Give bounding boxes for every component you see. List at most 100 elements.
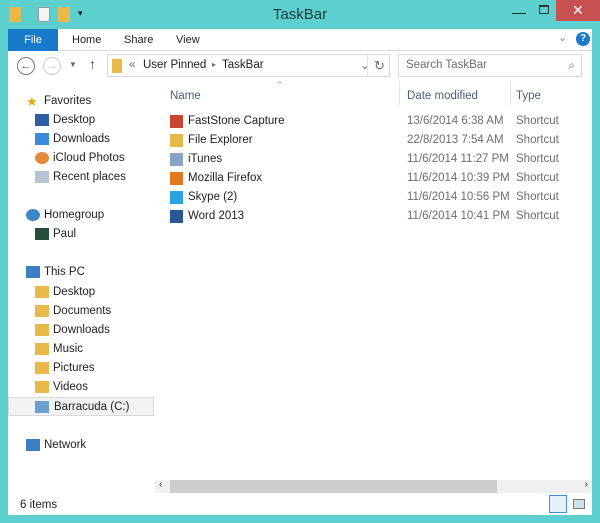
shortcut-icon	[170, 134, 183, 147]
file-name: iTunes	[188, 153, 223, 165]
file-type: Shortcut	[516, 115, 559, 127]
search-icon: ⌕	[568, 58, 575, 72]
nav-favorites-downloads[interactable]: Downloads	[8, 130, 154, 149]
nav-pc-desktop[interactable]: Desktop	[8, 283, 154, 302]
file-row[interactable]: Word 2013 11/6/2014 10:41 PM Shortcut	[163, 207, 583, 226]
nav-label: Downloads	[53, 133, 110, 145]
large-icons-view-button[interactable]	[573, 499, 585, 509]
file-date: 22/8/2013 7:54 AM	[407, 134, 504, 146]
file-row[interactable]: iTunes 11/6/2014 11:27 PM Shortcut	[163, 150, 583, 169]
details-view-button[interactable]	[549, 495, 567, 513]
homegroup-icon	[26, 209, 40, 221]
tab-home[interactable]: Home	[62, 29, 111, 51]
sort-ascending-icon: ^	[278, 80, 282, 89]
shortcut-icon	[170, 191, 183, 204]
column-header-name[interactable]: Name	[170, 90, 201, 102]
nav-network[interactable]: Network	[8, 436, 154, 455]
nav-pc-documents[interactable]: Documents	[8, 302, 154, 321]
nav-label: Favorites	[44, 95, 92, 107]
nav-favorites[interactable]: ★ Favorites	[8, 92, 154, 111]
file-name: FastStone Capture	[188, 115, 285, 127]
ribbon-tabs: File Home Share View ⌄ ?	[8, 29, 592, 51]
user-icon	[35, 228, 49, 240]
column-header-type[interactable]: Type	[516, 90, 541, 102]
close-button[interactable]: ✕	[556, 0, 600, 21]
shortcut-icon	[170, 153, 183, 166]
nav-recent-places[interactable]: Recent places	[8, 168, 154, 187]
overflow-icon[interactable]: «	[129, 59, 135, 71]
minimize-button[interactable]: —	[512, 4, 526, 20]
shortcut-icon	[170, 172, 183, 185]
breadcrumb-user-pinned[interactable]: User Pinned	[143, 59, 206, 71]
scroll-left-icon[interactable]: ‹	[159, 479, 162, 490]
nav-label: Paul	[53, 228, 77, 240]
file-row[interactable]: Mozilla Firefox 11/6/2014 10:39 PM Short…	[163, 169, 583, 188]
nav-pc-music[interactable]: Music	[8, 340, 154, 359]
tab-view[interactable]: View	[166, 29, 210, 51]
file-row[interactable]: File Explorer 22/8/2013 7:54 AM Shortcut	[163, 131, 583, 150]
search-input[interactable]: Search TaskBar ⌕	[398, 54, 582, 77]
forward-button[interactable]: →	[43, 57, 61, 75]
nav-pc-videos[interactable]: Videos	[8, 378, 154, 397]
file-name: Skype (2)	[188, 191, 238, 203]
tab-file[interactable]: File	[8, 29, 58, 51]
file-row[interactable]: Skype (2) 11/6/2014 10:56 PM Shortcut	[163, 188, 583, 207]
icloud-photos-icon	[35, 152, 49, 164]
scrollbar-thumb[interactable]	[170, 480, 497, 493]
file-date: 11/6/2014 11:27 PM	[407, 153, 509, 165]
nav-label: Documents	[53, 305, 112, 317]
desktop-icon	[35, 114, 49, 126]
nav-label: Downloads	[53, 324, 110, 336]
nav-icloud-photos[interactable]: iCloud Photos	[8, 149, 154, 168]
nav-favorites-desktop[interactable]: Desktop	[8, 111, 154, 130]
nav-drive-c[interactable]: Barracuda (C:)	[8, 397, 154, 416]
computer-icon	[26, 266, 40, 278]
folder-icon	[112, 59, 122, 73]
refresh-icon[interactable]: ↻	[374, 58, 385, 74]
tab-share[interactable]: Share	[114, 29, 163, 51]
up-button[interactable]: ↑	[89, 56, 96, 72]
nav-label: Desktop	[53, 114, 96, 126]
scroll-right-icon[interactable]: ›	[585, 479, 588, 490]
breadcrumb-separator-icon[interactable]: ▸	[212, 60, 216, 69]
back-button[interactable]: ←	[17, 57, 35, 75]
network-icon	[26, 439, 40, 451]
file-row[interactable]: FastStone Capture 13/6/2014 6:38 AM Shor…	[163, 112, 583, 131]
folder-icon	[35, 286, 49, 298]
file-type: Shortcut	[516, 153, 559, 165]
file-date: 13/6/2014 6:38 AM	[407, 115, 504, 127]
file-name: Mozilla Firefox	[188, 172, 263, 184]
nav-homegroup[interactable]: Homegroup	[8, 206, 154, 225]
address-bar[interactable]: « User Pinned ▸ TaskBar ⌄ ↻	[107, 54, 390, 77]
file-name: Word 2013	[188, 210, 245, 222]
column-header-date[interactable]: Date modified	[407, 90, 478, 102]
nav-this-pc[interactable]: This PC	[8, 263, 154, 282]
file-type: Shortcut	[516, 191, 559, 203]
ribbon-collapse-icon[interactable]: ⌄	[558, 31, 567, 44]
address-dropdown-icon[interactable]: ⌄	[360, 58, 370, 72]
folder-icon	[35, 305, 49, 317]
search-placeholder: Search TaskBar	[406, 59, 487, 71]
nav-label: Desktop	[53, 286, 96, 298]
nav-pc-pictures[interactable]: Pictures	[8, 359, 154, 378]
title-bar: ▾ TaskBar — ✕	[0, 0, 600, 29]
file-date: 11/6/2014 10:41 PM	[407, 210, 510, 222]
star-icon: ★	[26, 94, 38, 109]
nav-user-paul[interactable]: Paul	[8, 225, 154, 244]
shortcut-icon	[170, 210, 183, 223]
recent-locations-icon[interactable]: ▼	[69, 60, 77, 69]
downloads-icon	[35, 133, 49, 145]
help-icon[interactable]: ?	[576, 32, 590, 46]
file-type: Shortcut	[516, 134, 559, 146]
file-type: Shortcut	[516, 172, 559, 184]
breadcrumb-taskbar[interactable]: TaskBar	[222, 59, 264, 71]
file-date: 11/6/2014 10:39 PM	[407, 172, 510, 184]
maximize-button[interactable]	[539, 5, 549, 14]
drive-icon	[35, 401, 49, 413]
nav-label: Network	[44, 439, 87, 451]
nav-label: Music	[53, 343, 84, 355]
folder-icon	[35, 343, 49, 355]
file-date: 11/6/2014 10:56 PM	[407, 191, 510, 203]
nav-pc-downloads[interactable]: Downloads	[8, 321, 154, 340]
horizontal-scrollbar[interactable]: ‹ ›	[155, 479, 592, 493]
